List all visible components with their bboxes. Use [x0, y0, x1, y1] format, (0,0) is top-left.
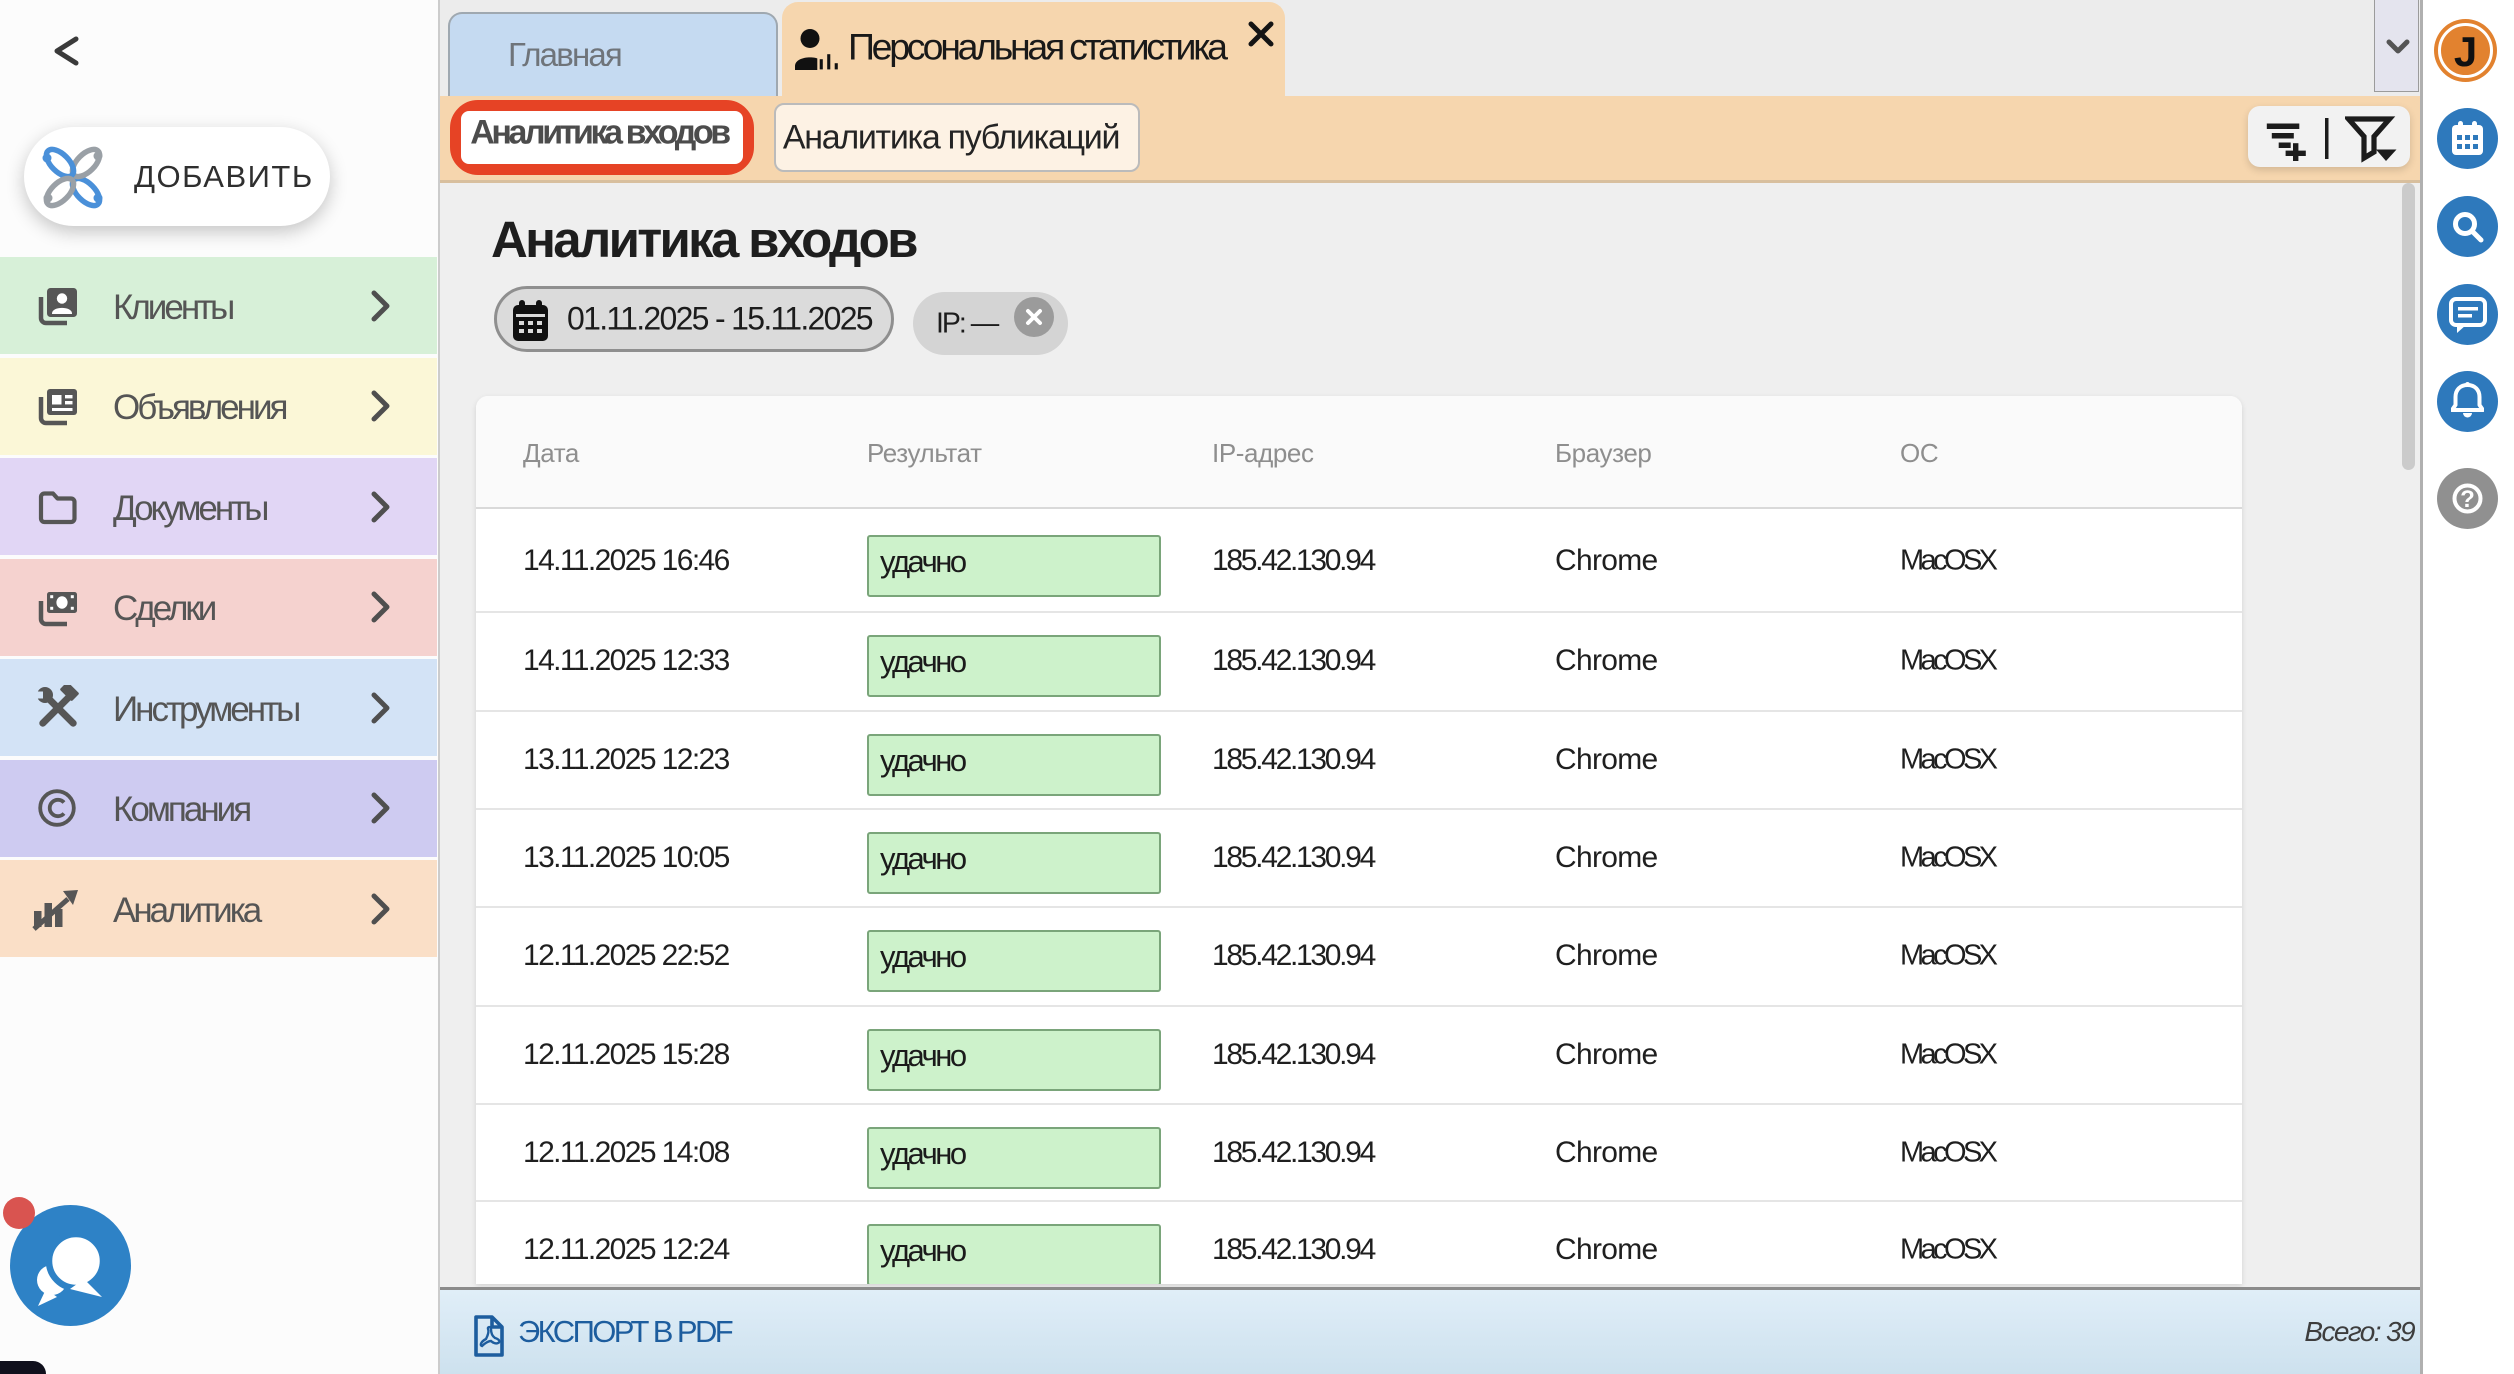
svg-text:?: ?	[2460, 486, 2475, 513]
